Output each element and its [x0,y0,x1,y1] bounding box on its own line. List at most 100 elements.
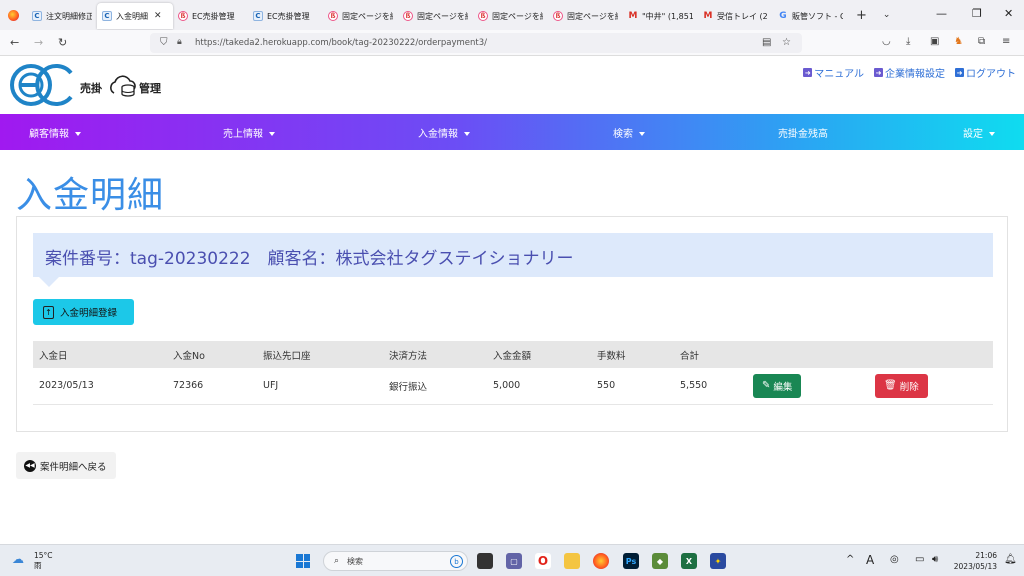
firefox-icon[interactable] [8,9,19,21]
col-no: 入金No [167,341,257,368]
cell-method: 銀行振込 [383,368,487,405]
arrow-right-square-icon: ➜ [803,68,813,77]
task-view-icon[interactable] [477,553,493,569]
table-header-row: 入金日 入金No 振込先口座 決済方法 入金金額 手数料 合計 [33,341,993,368]
minimize-icon[interactable]: — [936,7,947,20]
tab-gmail-inbox[interactable]: M 受信トレイ (26 [698,3,773,29]
tab-order-edit[interactable]: C 注文明細修正 [27,3,97,29]
site-favicon-icon: ß [403,11,413,21]
register-payment-button[interactable]: ↑ 入金明細登録 [33,299,134,325]
project-customer-heading: 案件番号：tag-20230222 顧客名：株式会社タグステイショナリー [45,249,574,269]
tab-ec-manage-2[interactable]: C EC売掛管理 [248,3,323,29]
col-amount: 入金金額 [487,341,591,368]
menu-search[interactable]: 検索 [613,125,645,140]
copilot-icon[interactable]: ◎ [890,554,899,565]
cell-amount: 5,000 [487,368,591,405]
ec-logo [10,64,73,106]
taskbar-clock[interactable]: 21:06 2023/05/13 [953,550,997,572]
tracking-shield-icon[interactable]: ⛉ [160,37,168,48]
tab-fixed-page-3[interactable]: ß 固定ページを編 [473,3,548,29]
browser-toolbar: ← → ↻ ⛉ 🔒︎ https://takeda2.herokuapp.com… [0,30,1024,56]
project-banner: 案件番号：tag-20230222 顧客名：株式会社タグステイショナリー [33,233,993,277]
ec-favicon-icon: C [253,11,263,21]
banner-pointer [39,277,59,287]
tray-chevron-up-icon[interactable]: ^ [846,554,854,565]
extension-icon[interactable]: ▣ [930,36,939,47]
url-text[interactable]: https://takeda2.herokuapp.com/book/tag-2… [195,38,487,48]
rewind-icon: ◀◀ [24,459,36,472]
excel-icon[interactable]: X [681,553,697,569]
edit-button[interactable]: ✎ 編集 [753,373,802,398]
table-row: 2023/05/13 72366 UFJ 銀行振込 5,000 550 5,55… [33,368,993,405]
app-menu-icon[interactable]: ≡ [1002,36,1010,47]
col-account: 振込先口座 [257,341,383,368]
ime-indicator[interactable]: A [866,553,874,567]
bookmark-star-icon[interactable]: ☆ [782,37,791,48]
volume-icon[interactable]: 🔊︎ [932,554,938,565]
col-fee: 手数料 [591,341,674,368]
network-icon[interactable]: ▭ [915,554,924,565]
site-favicon-icon: ß [553,11,563,21]
back-arrow-icon[interactable]: ← [10,36,19,49]
logo-text: 売掛 [80,82,102,95]
window-close-icon[interactable]: ✕ [1004,7,1013,20]
tab-google-search[interactable]: G 販管ソフト - G [773,3,848,29]
menu-customer-info[interactable]: 顧客情報 [29,125,81,140]
site-favicon-icon: ß [178,11,188,21]
payment-card: 案件番号：tag-20230222 顧客名：株式会社タグステイショナリー ↑ 入… [16,216,1008,432]
cloud-database-icon [110,75,136,97]
taskbar-search[interactable]: ⌕ 検索 b [323,551,468,571]
tab-payment-detail[interactable]: C 入金明細 ✕ [97,3,173,29]
caret-down-icon [269,132,275,136]
app-star-icon[interactable]: ✦ [710,553,726,569]
google-icon: G [779,11,787,21]
delete-button[interactable]: 🗑︎ 削除 [875,373,928,398]
extensions-puzzle-icon[interactable]: ⧉ [978,36,985,47]
teams-chat-icon[interactable]: ▢ [506,553,522,569]
gmail-icon: M [703,11,713,21]
reader-view-icon[interactable]: ▤ [762,37,771,48]
windows-start-icon[interactable] [296,554,310,568]
opera-icon[interactable]: O [535,553,551,569]
back-to-project-button[interactable]: ◀◀ 案件明細へ戻る [16,452,116,479]
photoshop-icon[interactable]: Ps [623,553,639,569]
file-explorer-icon[interactable] [564,553,580,569]
cell-date: 2023/05/13 [33,368,167,405]
manual-link[interactable]: ➜ マニュアル [803,65,864,80]
new-tab-icon[interactable]: + [856,8,867,23]
restore-icon[interactable]: ❐ [972,7,982,20]
cell-fee: 550 [591,368,674,405]
notification-bell-icon[interactable]: 🔔︎ [1004,554,1017,565]
forward-arrow-icon[interactable]: → [34,36,43,49]
caret-down-icon [639,132,645,136]
pencil-icon: ✎ [762,380,771,392]
company-settings-link[interactable]: ➜ 企業情報設定 [874,65,945,80]
download-icon[interactable]: ⤓ [906,36,910,47]
firefox-taskbar-icon[interactable] [593,553,609,569]
metamask-icon[interactable]: ♞ [954,36,963,47]
reload-icon[interactable]: ↻ [58,36,67,49]
app-dino-icon[interactable]: ◆ [652,553,668,569]
tab-ec-manage-1[interactable]: ß EC売掛管理 [173,3,248,29]
tab-gmail-search[interactable]: M "中井" (1,851 [623,3,698,29]
tab-fixed-page-1[interactable]: ß 固定ページを編 [323,3,398,29]
menu-receivable-balance[interactable]: 売掛金残高 [778,125,828,140]
ec-favicon-icon: C [102,11,112,21]
search-icon: ⌕ [334,556,340,566]
arrow-right-square-icon: ➜ [874,68,883,77]
logout-link[interactable]: ➜ ログアウト [955,65,1016,80]
rain-cloud-icon: ☁ [12,552,24,566]
menu-payment-info[interactable]: 入金情報 [418,125,470,140]
payment-table: 入金日 入金No 振込先口座 決済方法 入金金額 手数料 合計 2023/05/… [33,341,993,405]
pocket-icon[interactable]: ◡ [882,36,891,47]
tab-close-icon[interactable]: ✕ [154,11,162,21]
tab-fixed-page-2[interactable]: ß 固定ページを編 [398,3,473,29]
bing-icon: b [450,555,463,568]
menu-settings[interactable]: 設定 [963,125,995,140]
tab-fixed-page-4[interactable]: ß 固定ページを編 [548,3,623,29]
menu-sales-info[interactable]: 売上情報 [223,125,275,140]
lock-icon[interactable]: 🔒︎ [177,37,182,47]
url-bar[interactable]: ⛉ 🔒︎ https://takeda2.herokuapp.com/book/… [150,33,802,53]
logout-icon: ➜ [955,68,964,77]
tab-list-chevron-icon[interactable]: ⌄ [883,10,891,20]
